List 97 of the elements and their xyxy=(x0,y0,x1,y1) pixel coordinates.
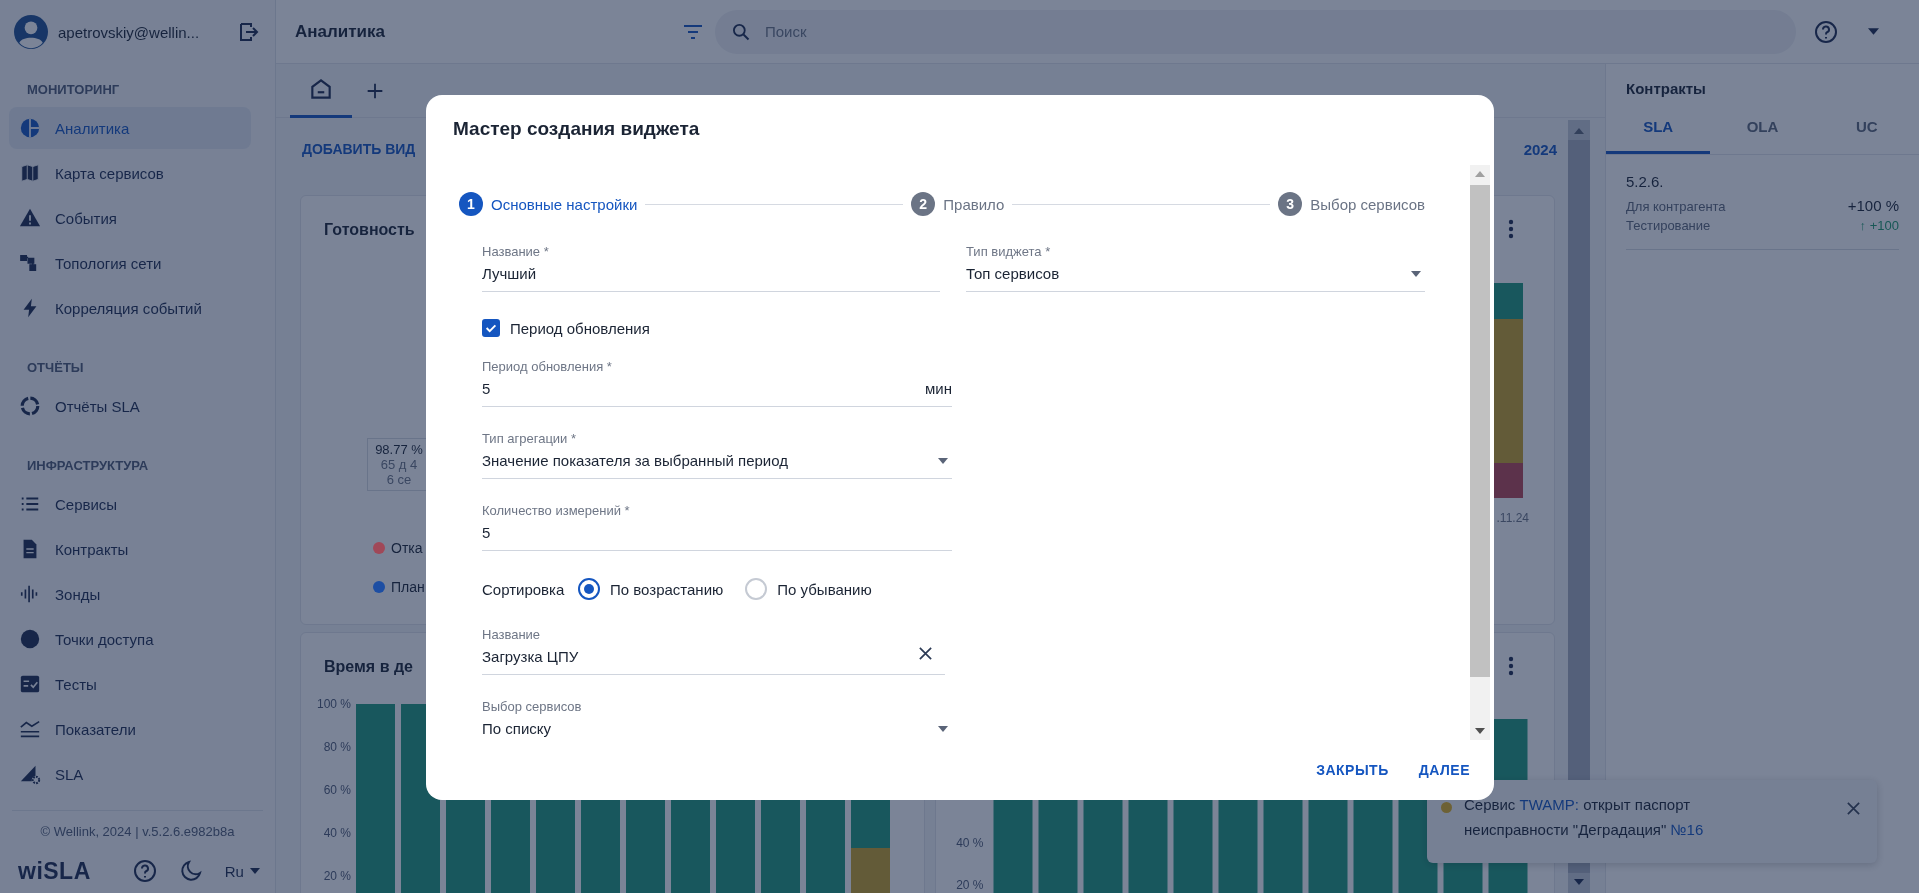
warning-icon xyxy=(19,207,41,229)
contract-subtitle: Тестирование xyxy=(1626,217,1711,235)
user-email: apetrovskiy@wellin... xyxy=(58,23,200,41)
contract-tab[interactable]: UC xyxy=(1814,102,1919,154)
contract-tab[interactable]: OLA xyxy=(1710,102,1815,154)
panel-title: Контракты xyxy=(1625,79,1707,99)
status-dot-icon xyxy=(1441,802,1452,813)
close-button[interactable]: ЗАКРЫТЬ xyxy=(1308,754,1397,786)
search-icon xyxy=(731,21,751,42)
wizard-step[interactable]: 1 Основные настройки xyxy=(459,192,638,216)
help-icon[interactable] xyxy=(132,859,157,883)
tick-label: 20 % xyxy=(956,878,984,892)
widget-title: Время в де xyxy=(323,657,413,676)
section-heading: ИНФРАСТРУКТУРА xyxy=(26,457,150,475)
nav-item[interactable]: Корреляция событий xyxy=(9,287,251,329)
axis-label: .11.24 xyxy=(1496,511,1529,525)
logo: wiSLA xyxy=(18,857,91,885)
dropdown-field[interactable]: Тип виджета * Топ сервисов xyxy=(966,244,1425,292)
text-field[interactable]: Период обновления * 5 мин xyxy=(482,359,952,407)
legend-label: Отка xyxy=(391,540,423,556)
incident-link[interactable]: №16 xyxy=(1670,821,1704,838)
tick-label: 60 % xyxy=(323,783,351,797)
contract-name: 5.2.6. xyxy=(1626,173,1665,190)
logout-icon[interactable] xyxy=(237,20,261,44)
contract-tab[interactable]: SLA xyxy=(1606,102,1711,154)
tick-label: 20 % xyxy=(323,869,351,883)
caret-icon xyxy=(249,868,260,874)
checklist-icon xyxy=(19,673,41,695)
nav-item[interactable]: Карта сервисов xyxy=(9,152,251,194)
close-icon[interactable] xyxy=(1846,801,1861,816)
page-title: Аналитика xyxy=(295,21,386,42)
scroll-down-icon[interactable] xyxy=(1574,879,1584,885)
nav-item[interactable]: Контракты xyxy=(9,528,251,570)
language-select[interactable]: Ru xyxy=(224,862,260,880)
text-field[interactable]: Название Загрузка ЦПУ xyxy=(482,627,945,675)
version-text: © Wellink, 2024 | v.5.2.6.e982b8a xyxy=(39,823,236,841)
caret-icon xyxy=(1411,271,1421,277)
nav-item[interactable]: Сервисы xyxy=(9,483,251,525)
scroll-up-icon[interactable] xyxy=(1574,128,1584,134)
moon-icon[interactable] xyxy=(178,859,203,883)
add-widget-link[interactable]: ДОБАВИТЬ ВИД xyxy=(302,141,416,157)
next-button[interactable]: ДАЛЕЕ xyxy=(1410,754,1478,786)
pie-chart-icon xyxy=(19,117,41,139)
nav-item[interactable]: SLA xyxy=(9,753,251,795)
clear-icon[interactable] xyxy=(918,645,933,661)
nav-item[interactable]: События xyxy=(9,197,251,239)
tick-label: 40 % xyxy=(956,836,984,850)
more-icon[interactable] xyxy=(1508,656,1514,676)
chart-lines-icon xyxy=(19,718,41,740)
scrollbar[interactable] xyxy=(1470,165,1490,740)
service-link[interactable]: TWAMP: xyxy=(1519,796,1579,813)
home-icon xyxy=(308,76,334,102)
radio-group-label: Сортировка xyxy=(482,580,566,598)
legend-label: План xyxy=(391,579,425,595)
text-field[interactable]: Количество измерений * 5 xyxy=(482,503,952,551)
dropdown-field[interactable]: Тип агрегации * Значение показателя за выбранный период xyxy=(482,431,952,479)
search-field[interactable]: Поиск xyxy=(715,9,1796,54)
help-icon[interactable] xyxy=(1814,19,1838,44)
circle-icon xyxy=(19,628,41,650)
nav-item[interactable]: Топология сети xyxy=(9,242,251,284)
section-heading: МОНИТОРИНГ xyxy=(26,81,121,99)
ring-icon xyxy=(19,395,41,417)
widget-title: Готовность xyxy=(323,220,415,239)
dropdown-field[interactable]: Выбор сервисов По списку xyxy=(482,699,952,740)
checkbox[interactable]: Период обновления xyxy=(482,319,650,337)
caret-icon xyxy=(938,458,948,464)
tick-label: 80 % xyxy=(323,740,351,754)
nav-item[interactable]: Показатели xyxy=(9,708,251,750)
radio-option[interactable]: По возрастанию xyxy=(578,578,724,600)
tick-label: 100 % xyxy=(316,697,351,711)
wizard-step[interactable]: 2 Правило xyxy=(911,192,1005,216)
contract-value: +100 % xyxy=(1847,196,1899,215)
notification-message: Сервис TWAMP: открыт паспорт неисправности "Деградация" №16 xyxy=(1464,795,1705,840)
more-icon[interactable] xyxy=(1508,219,1514,239)
section-heading: ОТЧЁТЫ xyxy=(26,359,85,377)
map-icon xyxy=(19,162,41,184)
dialog-title: Мастер создания виджета xyxy=(452,117,701,141)
nav-item[interactable]: Тесты xyxy=(9,663,251,705)
caret-icon xyxy=(938,726,948,732)
triangle-gear-icon xyxy=(19,763,41,785)
contract-change: ↑ +100 xyxy=(1859,217,1899,235)
bar-segment xyxy=(851,848,890,893)
period-link[interactable]: 2024 xyxy=(1523,140,1557,158)
scroll-down-icon[interactable] xyxy=(1475,728,1485,734)
wizard-step[interactable]: 3 Выбор сервисов xyxy=(1278,192,1425,216)
nav-item[interactable]: Аналитика xyxy=(9,107,251,149)
text-field[interactable]: Название * Лучший xyxy=(482,244,940,292)
nav-item[interactable]: Точки доступа xyxy=(9,618,251,660)
scroll-up-icon[interactable] xyxy=(1475,171,1485,177)
search-input[interactable]: Поиск xyxy=(763,22,1780,41)
contract-type: Для контрагента xyxy=(1626,198,1726,216)
tick-label: 40 % xyxy=(323,826,351,840)
radio-option[interactable]: По убыванию xyxy=(745,578,872,600)
avatar-icon xyxy=(14,15,48,49)
caret-icon[interactable] xyxy=(1868,28,1879,35)
nav-item[interactable]: Зонды xyxy=(9,573,251,615)
nav-item[interactable]: Отчёты SLA xyxy=(9,385,251,427)
